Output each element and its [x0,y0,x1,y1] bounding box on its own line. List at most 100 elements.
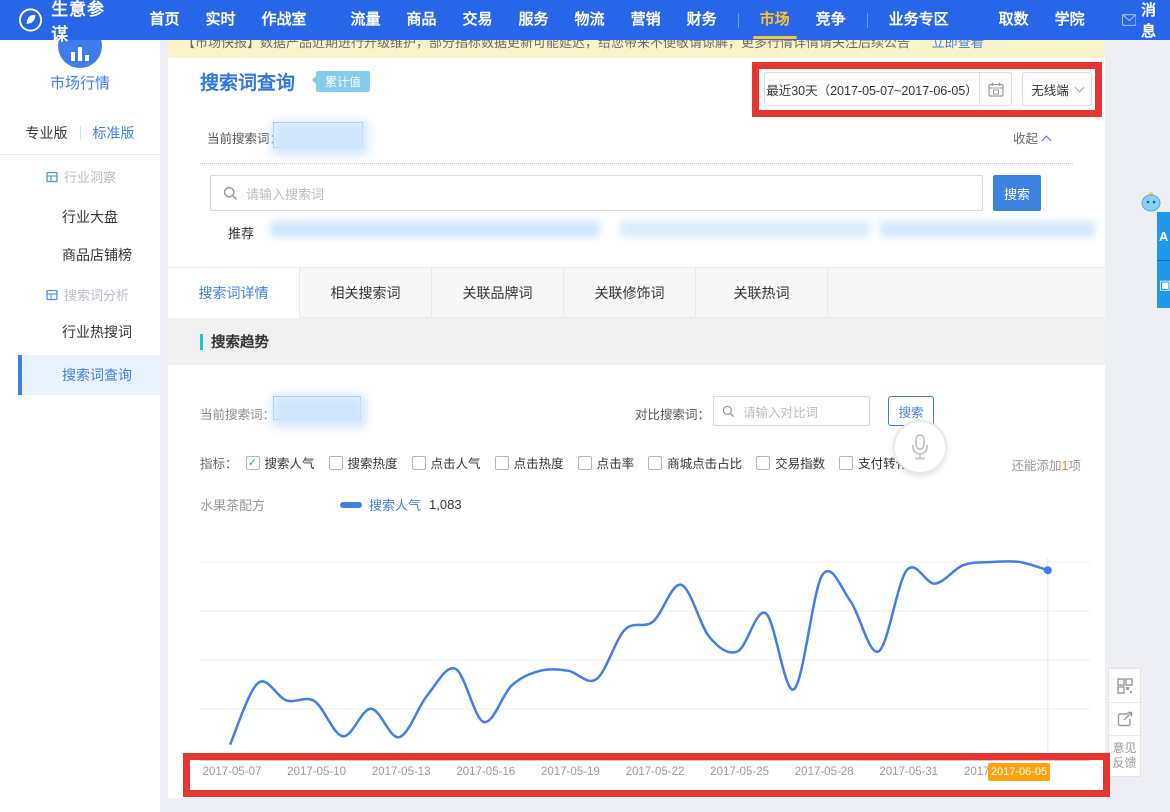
metric-label: 商城点击占比 [667,453,742,472]
nav-item-2[interactable]: 作战室 [248,0,319,40]
legend-series-name[interactable]: 搜索人气 [369,495,421,514]
nav-item-7[interactable]: 物流 [562,0,618,40]
nav-item-9[interactable]: 财务 [674,0,730,40]
metrics-row: 指标：✓搜索人气搜索热度点击人气点击热度点击率商城点击占比交易指数支付转化率 [200,453,935,472]
nav-item-1[interactable]: 实时 [192,0,248,40]
version-switch: 专业版 标准版 [0,112,160,155]
nav-item-4[interactable]: 商品 [394,0,450,40]
microphone-icon [910,434,930,460]
checkbox-icon [329,456,343,470]
checkbox-icon [578,456,592,470]
x-tick-label: 2017-05-31 [879,766,938,778]
cumulative-badge: 累计值 [316,71,370,92]
edge-toolbar-item[interactable]: ▣ [1157,260,1170,308]
tab-3[interactable]: 关联修饰词 [564,268,696,317]
search-icon [223,186,238,201]
search-term-input[interactable]: 请输入搜索词 [210,175,983,211]
nav-item-3[interactable]: 流量 [337,0,393,40]
recommend-redacted [270,221,600,237]
tab-4[interactable]: 关联热词 [696,268,828,317]
checkbox-checked-icon: ✓ [246,456,260,470]
metric-checkbox-搜索人气[interactable]: ✓搜索人气 [246,453,315,472]
edge-toolbar-item[interactable]: A [1157,212,1170,260]
search-button[interactable]: 搜索 [993,175,1041,211]
brand-name: 生意参谋 [51,0,120,45]
trend-line [230,561,1048,744]
nav-item-11[interactable]: 竞争 [803,0,859,40]
qr-code-button[interactable] [1109,669,1140,702]
metric-checkbox-点击人气[interactable]: 点击人气 [412,453,481,472]
share-icon [1117,711,1133,727]
version-tab-standard[interactable]: 标准版 [93,123,135,143]
metric-checkbox-点击率[interactable]: 点击率 [578,453,635,472]
voice-assistant-button[interactable] [893,420,947,474]
sidebar-title: 市场行情 [0,72,160,93]
qr-code-icon [1117,678,1133,694]
nav-item-5[interactable]: 交易 [450,0,506,40]
feedback-button[interactable]: 意见 反馈 [1109,735,1140,776]
edge-toolbar[interactable]: A ▣ [1157,212,1170,308]
terminal-dropdown[interactable]: 无线端 [1022,72,1092,106]
compare-term-input[interactable]: 请输入对比词 [713,396,870,426]
metrics-label: 指标： [200,453,238,472]
app-logo-icon [18,7,43,33]
share-button[interactable] [1109,702,1140,735]
sidebar: 市场行情 专业版 标准版 行业洞察行业大盘商品店铺榜搜索词分析行业热搜词搜索词查… [0,40,160,812]
collapse-toggle[interactable]: 收起 [1013,128,1050,147]
chart-legend: 水果茶配方 搜索人气 1,083 [200,495,462,514]
nav-item-0[interactable]: 首页 [136,0,192,40]
envelope-icon [1122,14,1136,26]
nav-item-13[interactable]: 取数 [986,0,1042,40]
nav-item-14[interactable]: 学院 [1042,0,1098,40]
version-tab-pro[interactable]: 专业版 [26,123,68,143]
messages-button[interactable]: 消息 [1122,0,1170,41]
nav-item-12[interactable]: 业务专区 [876,0,962,40]
notice-link[interactable]: 立即查看 [932,40,984,50]
metric-label: 点击热度 [514,453,564,472]
dotted-divider [200,163,1073,164]
assistant-mascot-icon[interactable] [1140,190,1162,212]
x-tick-label: 2017-05-19 [541,766,600,778]
date-range-picker[interactable]: 最近30天（2017-05-07~2017-06-05） [764,72,1012,106]
sidebar-item-行业大盘[interactable]: 行业大盘 [62,207,118,227]
metric-checkbox-交易指数[interactable]: 交易指数 [756,453,825,472]
highlighted-date-chip: 2017-06-05 [988,763,1050,781]
metric-checkbox-点击热度[interactable]: 点击热度 [495,453,564,472]
legend-term: 水果茶配方 [200,495,340,514]
sidebar-item-行业热搜词[interactable]: 行业热搜词 [62,322,132,342]
nav-item-6[interactable]: 服务 [506,0,562,40]
category-icon [46,289,58,301]
brand: 生意参谋 [18,0,120,45]
current-term-label: 当前搜索词： [207,128,282,147]
category-icon [46,171,58,183]
tab-2[interactable]: 关联品牌词 [432,268,564,317]
checkbox-icon [756,456,770,470]
section-accent-bar [200,334,203,350]
checkbox-icon [412,456,426,470]
x-tick-label: 2017-05-13 [372,766,431,778]
x-tick-label: 2017-05-25 [710,766,769,778]
main-panel: 【市场快报】数据产品近期进行升级维护，部分指标数据更新可能延迟，给您带来不便敬请… [168,40,1105,798]
nav-divider [738,13,739,28]
page-title: 搜索词查询 [200,68,295,95]
calendar-icon[interactable] [979,73,1011,105]
remaining-hint: 还能添加1项 [1012,455,1081,474]
x-axis-ticks: 2017-05-072017-05-102017-05-132017-05-16… [190,762,1095,788]
metric-checkbox-商城点击占比[interactable]: 商城点击占比 [648,453,742,472]
chevron-down-icon [1074,82,1084,92]
tab-0[interactable]: 搜索词详情 [168,268,300,319]
nav-item-10[interactable]: 市场 [747,0,803,40]
trend-current-term-redacted [273,396,361,420]
top-nav: 生意参谋 首页实时作战室流量商品交易服务物流营销财务市场竞争业务专区取数学院 消… [0,0,1170,40]
notice-text: 【市场快报】数据产品近期进行升级维护，部分指标数据更新可能延迟，给您带来不便敬请… [182,40,910,50]
section-header: 搜索趋势 [168,318,1105,365]
recommend-redacted [620,221,870,237]
metric-checkbox-搜索热度[interactable]: 搜索热度 [329,453,398,472]
sidebar-item-搜索词查询[interactable]: 搜索词查询 [18,355,160,395]
sidebar-item-商品店铺榜[interactable]: 商品店铺榜 [62,245,132,265]
sidebar-group-label: 行业洞察 [46,167,116,186]
tab-1[interactable]: 相关搜索词 [300,268,432,317]
floating-toolbar: 意见 反馈 [1108,668,1141,777]
nav-item-8[interactable]: 营销 [618,0,674,40]
metric-label: 搜索热度 [348,453,398,472]
